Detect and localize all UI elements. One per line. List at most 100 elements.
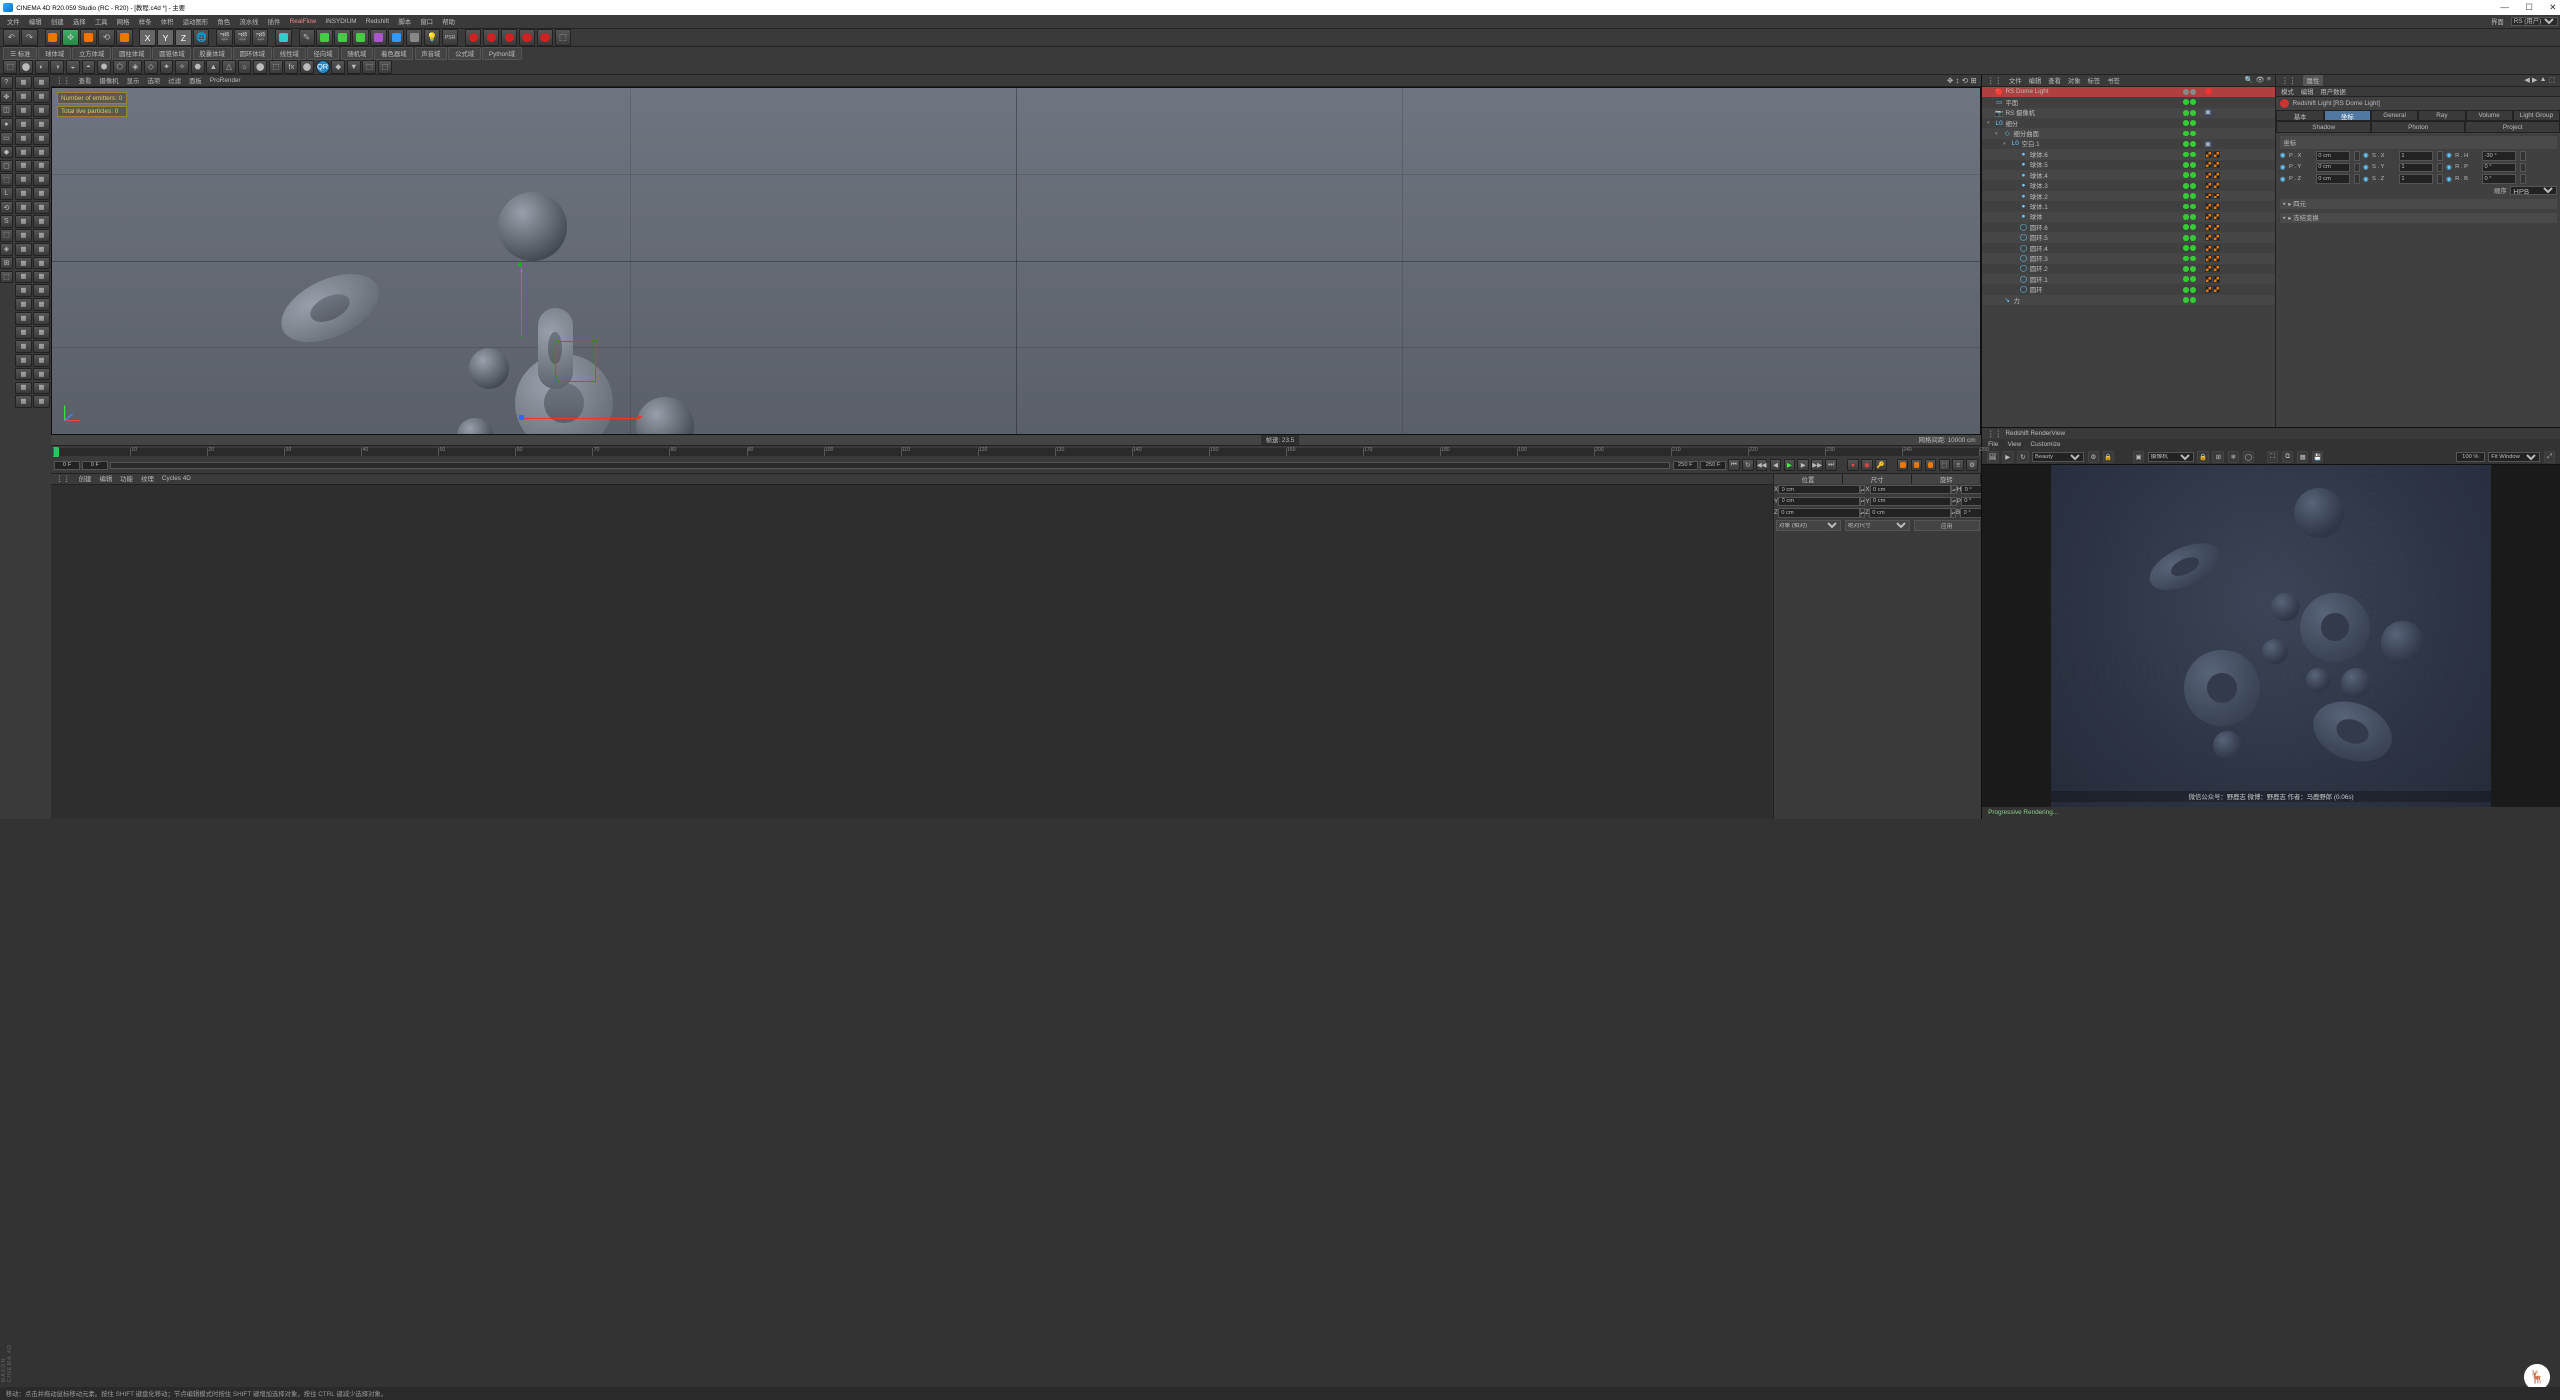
om-eye-icon[interactable]: 👁 [2256,76,2265,84]
render-view-button[interactable]: 🎬 [216,29,232,45]
object-row[interactable]: ●球体 [1982,212,2275,222]
render-pv-button[interactable]: 🎬 [234,29,250,45]
attr-input[interactable] [2316,174,2351,183]
tool-pair[interactable]: ▦▦ [15,76,50,89]
object-row[interactable]: ●球体.2 [1982,191,2275,201]
rv-image-area[interactable]: 微信公众号：野鹿志 微博：野鹿志 作者：马鹿野郎 (0.06s) [1982,465,2560,806]
attr-tab[interactable]: 坐标 [2324,110,2371,122]
move-tool[interactable]: ✥ [62,29,78,45]
panel-grip-icon[interactable]: ⋮⋮ [56,76,71,85]
mode-button[interactable]: ⬚ [0,229,13,242]
tool3-button[interactable]: ◓ [82,60,96,74]
attr-tab[interactable]: Light Group [2513,110,2560,122]
rv-save-icon[interactable]: 💾 [2312,451,2324,463]
vp-nav-icon[interactable]: ⊞ [1970,76,1976,85]
vp-menu-item[interactable]: 面板 [189,76,202,85]
object-row[interactable]: ◯圆环.3 [1982,253,2275,263]
redo-button[interactable]: ↷ [21,29,37,45]
field-tab[interactable]: 径向域 [307,47,340,60]
tool3-button[interactable]: ⬚ [269,60,283,74]
tool3-button[interactable]: ⬚ [362,60,376,74]
attr-tab[interactable]: Shadow [2276,121,2371,133]
attr-tab[interactable]: Project [2465,121,2560,133]
tool3-button[interactable]: ⬡ [113,60,127,74]
subdiv-button[interactable] [316,29,332,45]
tool-pair[interactable]: ▦▦ [15,284,50,297]
field-tab[interactable]: ☰ 标准 [3,47,37,60]
om-menu-item[interactable]: 书签 [2107,76,2120,85]
panel-grip-icon[interactable]: ⋮⋮ [1987,76,2002,85]
field-tab[interactable]: 线性域 [273,47,306,60]
camera-button[interactable] [406,29,422,45]
mode-button[interactable]: ✥ [0,90,13,103]
field-tab[interactable]: 立方体域 [72,47,111,60]
tool-pair[interactable]: ▦▦ [15,312,50,325]
range-slider[interactable] [110,462,1670,469]
frame-start-input[interactable] [54,461,79,470]
panel-grip-icon[interactable]: ⋮⋮ [56,474,71,483]
rs-button-4[interactable] [519,29,535,45]
attr-order-select[interactable]: HPB [2510,186,2556,195]
coord-input[interactable] [1870,497,1952,506]
menu-item[interactable]: 文件 [2,17,24,26]
attr-input[interactable] [2482,151,2517,160]
menu-item[interactable]: 窗口 [416,17,438,26]
tool-pair[interactable]: ▦▦ [15,118,50,131]
tool-pair[interactable]: ▦▦ [15,340,50,353]
vp-nav-icon[interactable]: ↕ [1956,76,1960,85]
om-menu-item[interactable]: 对象 [2068,76,2081,85]
close-button[interactable]: ✕ [2549,2,2556,13]
vp-nav-icon[interactable]: ✥ [1947,76,1953,85]
pen-tool[interactable]: ✎ [299,29,315,45]
key-opt-button[interactable]: ⚙ [1966,459,1978,471]
object-row[interactable]: 🔴RS Dome Light [1982,87,2275,97]
mode-button[interactable]: ⊞ [0,257,13,270]
tool3-button[interactable]: ✦ [160,60,174,74]
generator2-button[interactable] [352,29,368,45]
field-tab[interactable]: 圆环体域 [233,47,272,60]
mat-menu-item[interactable]: 编辑 [99,474,112,483]
rs-button-3[interactable] [501,29,517,45]
rv-region-icon[interactable]: ▣ [2133,451,2145,463]
key-rot-button[interactable] [1925,459,1937,471]
rv-grid-icon[interactable]: ⊞ [2212,451,2224,463]
object-row[interactable]: ▾◇细分曲面 [1982,128,2275,138]
tool-pair[interactable]: ▦▦ [15,271,50,284]
undo-button[interactable]: ↶ [3,29,19,45]
tool3-button[interactable]: ▼ [347,60,361,74]
vp-menu-item[interactable]: 显示 [127,76,140,85]
tool3-button[interactable]: ▲ [206,60,220,74]
environment-button[interactable] [388,29,404,45]
rv-zoom-input[interactable] [2456,452,2485,462]
mode-button[interactable]: ⟲ [0,201,13,214]
axis-z-button[interactable]: Z [175,29,191,45]
axis-y-button[interactable]: Y [157,29,173,45]
vp-menu-item[interactable]: ProRender [210,77,241,84]
frame-current-input[interactable] [82,461,107,470]
menu-item[interactable]: 插件 [263,17,285,26]
attr-subsection[interactable]: ▸ 冻结变换 [2280,213,2557,223]
attr-menu-item[interactable]: 用户数据 [2320,87,2345,96]
coord-system-button[interactable]: 🌐 [193,29,209,45]
menu-item[interactable]: 选择 [68,17,90,26]
object-row[interactable]: ◯圆环.1 [1982,274,2275,284]
next-key-button[interactable]: ▶▶ [1811,459,1823,471]
vp-menu-item[interactable]: 过滤 [168,76,181,85]
tool3-button[interactable]: ◐ [35,60,49,74]
loop-button[interactable]: ↻ [1742,459,1754,471]
attr-menu-item[interactable]: 编辑 [2301,87,2314,96]
vp-menu-item[interactable]: 选项 [147,76,160,85]
tool-pair[interactable]: ▦▦ [15,201,50,214]
tool3-button[interactable]: ◑ [50,60,64,74]
rv-render-button[interactable]: 🖼 [1987,451,1999,463]
object-row[interactable]: ●球体.3 [1982,180,2275,190]
layout-select[interactable]: RS (用户) [2511,17,2558,26]
menu-item[interactable]: 创建 [46,17,68,26]
mode-button[interactable]: ? [0,76,13,89]
deformer-button[interactable] [370,29,386,45]
rv-fit-select[interactable]: Fit Window [2488,452,2540,462]
minimize-button[interactable]: — [2500,2,2509,13]
tool-pair[interactable]: ▦▦ [15,215,50,228]
maximize-button[interactable]: ☐ [2525,2,2533,13]
tool3-button[interactable]: ⬣ [191,60,205,74]
